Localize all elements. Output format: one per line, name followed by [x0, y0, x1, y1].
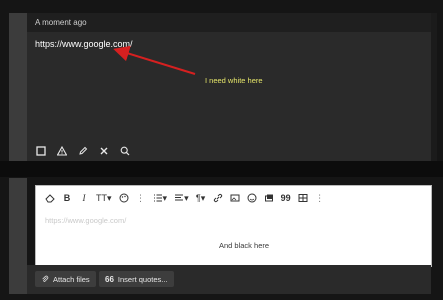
italic-button[interactable]: I	[79, 192, 89, 204]
text-size-button[interactable]: TT ▾	[96, 192, 112, 204]
eraser-icon[interactable]	[45, 192, 55, 204]
arrow-to-message	[113, 45, 196, 75]
annotation-black-note: And black here	[219, 241, 270, 250]
checkbox-icon[interactable]	[35, 145, 47, 157]
quote-button[interactable]: 99	[281, 192, 291, 204]
attach-files-button[interactable]: Attach files	[35, 271, 96, 287]
link-icon[interactable]	[213, 192, 223, 204]
message-actions	[35, 145, 131, 157]
insert-quotes-button[interactable]: 66 Insert quotes...	[99, 271, 174, 287]
bold-button[interactable]: B	[62, 192, 72, 204]
close-icon[interactable]	[98, 145, 110, 157]
image-icon[interactable]	[230, 192, 240, 204]
paragraph-button[interactable]: ¶ ▾	[196, 192, 206, 204]
text-size-label: TT	[96, 193, 107, 203]
attach-files-label: Attach files	[53, 274, 90, 284]
editor-gutter	[9, 178, 27, 294]
editor-content-text[interactable]: https://www.google.com/	[45, 216, 126, 225]
paperclip-icon	[42, 275, 49, 282]
more-icon[interactable]: ⋮	[136, 192, 146, 204]
table-icon[interactable]	[298, 192, 308, 204]
paragraph-label: ¶	[195, 193, 201, 203]
emoji-icon[interactable]	[247, 192, 257, 204]
more-icon[interactable]: ⋮	[315, 192, 325, 204]
quote-icon: 66	[105, 274, 114, 284]
search-icon[interactable]	[119, 145, 131, 157]
insert-quotes-label: Insert quotes...	[117, 274, 168, 284]
editor-toolbar: B I TT ▾ ⋮ ▾ ▾ ¶ ▾ 99 ⋮	[45, 192, 325, 204]
align-icon[interactable]: ▾	[174, 192, 189, 204]
warning-icon[interactable]	[56, 145, 68, 157]
panel-separator	[0, 161, 443, 177]
media-icon[interactable]	[264, 192, 274, 204]
list-icon[interactable]: ▾	[153, 192, 167, 204]
palette-icon[interactable]	[119, 192, 129, 204]
pencil-icon[interactable]	[77, 145, 89, 157]
